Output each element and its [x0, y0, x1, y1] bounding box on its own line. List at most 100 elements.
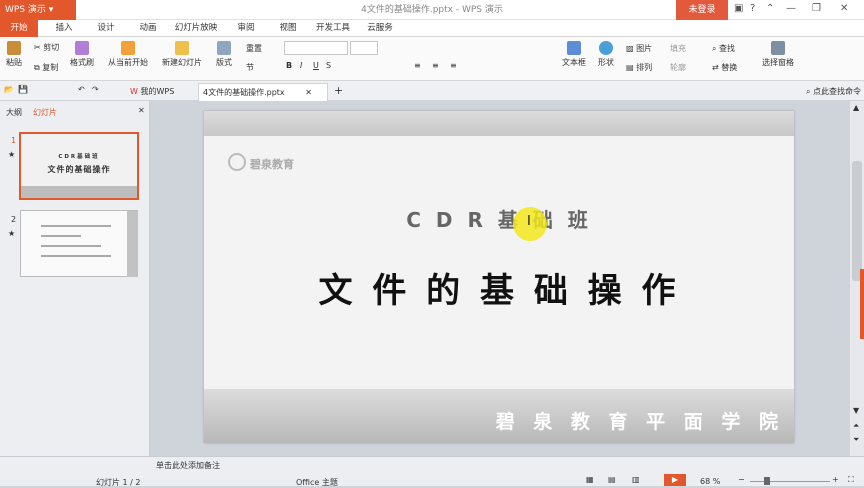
app-menu-button[interactable]: WPS 演示 ▾ — [0, 0, 76, 20]
save-icon[interactable]: 💾 — [18, 85, 28, 94]
tab-mywps[interactable]: W 我的WPS — [126, 83, 198, 101]
thumb-text-line — [41, 255, 111, 257]
align-right-icon[interactable]: ≡ — [450, 61, 457, 70]
textbox-label: 文本框 — [562, 58, 586, 67]
scroll-thumb[interactable] — [852, 161, 862, 281]
tab-animation[interactable]: 动画 — [134, 20, 162, 37]
play-slideshow-icon[interactable]: ▶ — [664, 474, 686, 486]
slide-title[interactable]: 文 件 的 基 础 操 作 — [204, 263, 794, 312]
play-from-current-button[interactable]: 从当前开始 — [108, 41, 148, 68]
select-pane-button[interactable]: 选择窗格 — [762, 41, 794, 68]
title-bar: 4文件的基础操作.pptx - WPS 演示 WPS 演示 ▾ 未登录 ▣ ? … — [0, 0, 864, 20]
new-slide-button[interactable]: 新建幻灯片 — [162, 41, 202, 68]
open-icon[interactable]: 📂 — [4, 85, 14, 94]
slide[interactable]: 碧泉教育 C D R 基 础 班 I 文 件 的 基 础 操 作 碧 泉 教 育… — [204, 111, 794, 443]
star-icon: ★ — [8, 150, 16, 159]
cut-button[interactable]: ✂ 剪切 — [34, 42, 59, 53]
textbox-button[interactable]: 文本框 — [562, 41, 586, 68]
select-pane-label: 选择窗格 — [762, 58, 794, 67]
tab-slides[interactable]: 幻灯片 — [33, 107, 57, 118]
tab-review[interactable]: 审阅 — [232, 20, 260, 37]
tab-cloud[interactable]: 云服务 — [364, 20, 396, 37]
copy-button[interactable]: ⧉ 复制 — [34, 62, 58, 73]
play-from-current-label: 从当前开始 — [108, 58, 148, 67]
font-size-select[interactable] — [350, 41, 378, 55]
picture-button[interactable]: ▨ 图片 — [626, 43, 652, 54]
underline-button[interactable]: U — [313, 61, 319, 70]
section-button[interactable]: 节 — [246, 62, 254, 73]
side-marker — [860, 269, 864, 339]
picture-label: 图片 — [636, 44, 653, 53]
help-icon[interactable]: ? — [750, 3, 755, 14]
thumb-subtitle: CDR基础班 — [58, 154, 100, 160]
vertical-scrollbar[interactable]: ▲ ▼ ⏶ ⏷ — [850, 101, 864, 456]
tab-insert[interactable]: 插入 — [50, 20, 78, 37]
close-tab-icon[interactable]: ✕ — [305, 88, 312, 97]
slide-number: 2 — [11, 215, 17, 224]
slide-canvas: 碧泉教育 C D R 基 础 班 I 文 件 的 基 础 操 作 碧 泉 教 育… — [150, 101, 850, 456]
bold-button[interactable]: B — [286, 61, 292, 70]
tab-start[interactable]: 开始 — [0, 20, 38, 37]
new-tab-icon[interactable]: + — [334, 84, 343, 97]
tab-design[interactable]: 设计 — [92, 20, 120, 37]
reading-view-icon[interactable]: ▥ — [632, 475, 640, 484]
thumb-text-line — [41, 245, 101, 247]
strike-button[interactable]: S — [326, 61, 331, 70]
close-icon[interactable]: ✕ — [840, 3, 848, 14]
tab-slideshow[interactable]: 幻灯片放映 — [172, 20, 220, 37]
undo-icon[interactable]: ↶ — [78, 85, 85, 94]
shape-button[interactable]: 形状 — [598, 41, 614, 68]
replace-button[interactable]: ⇄ 替换 — [712, 62, 737, 73]
minimize-icon[interactable]: — — [786, 3, 796, 14]
format-painter-button[interactable]: 格式刷 — [70, 41, 94, 68]
close-panel-icon[interactable]: ✕ — [138, 106, 145, 115]
sorter-view-icon[interactable]: ▤ — [608, 475, 616, 484]
paste-button[interactable]: 粘贴 — [6, 41, 22, 68]
layout-button[interactable]: 版式 — [216, 41, 232, 68]
align-left-icon[interactable]: ≡ — [414, 61, 421, 70]
ribbon-toggle-icon[interactable]: ⌃ — [766, 3, 774, 14]
zoom-out-icon[interactable]: − — [738, 475, 745, 484]
zoom-slider[interactable] — [750, 481, 830, 482]
font-name-select[interactable] — [284, 41, 348, 55]
logo-text: 碧泉教育 — [250, 158, 294, 171]
copy-icon: ⧉ — [34, 63, 40, 72]
thumb-side-bar — [127, 211, 138, 277]
next-slide-icon[interactable]: ⏷ — [853, 435, 859, 445]
tab-view[interactable]: 视图 — [274, 20, 302, 37]
zoom-level: 68 % — [700, 477, 721, 486]
picture-icon: ▨ — [626, 44, 634, 53]
prev-slide-icon[interactable]: ⏶ — [853, 421, 859, 431]
fit-window-icon[interactable]: ⛶ — [848, 475, 854, 485]
arrange-icon: ▤ — [626, 63, 634, 72]
tab-outline[interactable]: 大纲 — [6, 107, 22, 118]
find-button[interactable]: ⌕ 查找 — [712, 43, 735, 54]
slide-thumbnail[interactable] — [20, 210, 138, 277]
skin-icon[interactable]: ▣ — [734, 3, 743, 14]
tab-document[interactable]: 4文件的基础操作.pptx ✕ — [198, 83, 328, 101]
redo-icon[interactable]: ↷ — [92, 85, 99, 94]
align-center-icon[interactable]: ≡ — [432, 61, 439, 70]
fill-button[interactable]: 填充 — [670, 43, 686, 54]
scroll-up-icon[interactable]: ▲ — [853, 103, 859, 112]
quick-access-bar: 📂 💾 ↶ ↷ W 我的WPS 4文件的基础操作.pptx ✕ + ⌕ 点此查找… — [0, 81, 864, 101]
notes-placeholder[interactable]: 单击此处添加备注 — [156, 460, 220, 471]
tab-document-label: 4文件的基础操作.pptx — [203, 88, 285, 97]
login-button[interactable]: 未登录 — [676, 0, 728, 20]
outline-button[interactable]: 轮廓 — [670, 62, 686, 73]
normal-view-icon[interactable]: ▦ — [586, 475, 594, 484]
tab-developer[interactable]: 开发工具 — [314, 20, 352, 37]
zoom-in-icon[interactable]: + — [832, 475, 839, 484]
scissors-icon: ✂ — [34, 43, 41, 52]
restore-icon[interactable]: ❐ — [812, 3, 821, 14]
zoom-slider-thumb[interactable] — [764, 477, 770, 485]
reset-button[interactable]: 重置 — [246, 43, 262, 54]
slide-thumbnail[interactable]: CDR基础班 文件的基础操作 — [19, 132, 139, 200]
command-search[interactable]: ⌕ 点此查找命令 — [806, 86, 861, 97]
arrange-button[interactable]: ▤ 排列 — [626, 62, 652, 73]
scroll-down-icon[interactable]: ▼ — [853, 406, 859, 415]
italic-button[interactable]: I — [300, 61, 302, 70]
find-icon: ⌕ — [712, 44, 717, 53]
new-slide-label: 新建幻灯片 — [162, 58, 202, 67]
slide-subtitle[interactable]: C D R 基 础 班 — [204, 204, 794, 233]
